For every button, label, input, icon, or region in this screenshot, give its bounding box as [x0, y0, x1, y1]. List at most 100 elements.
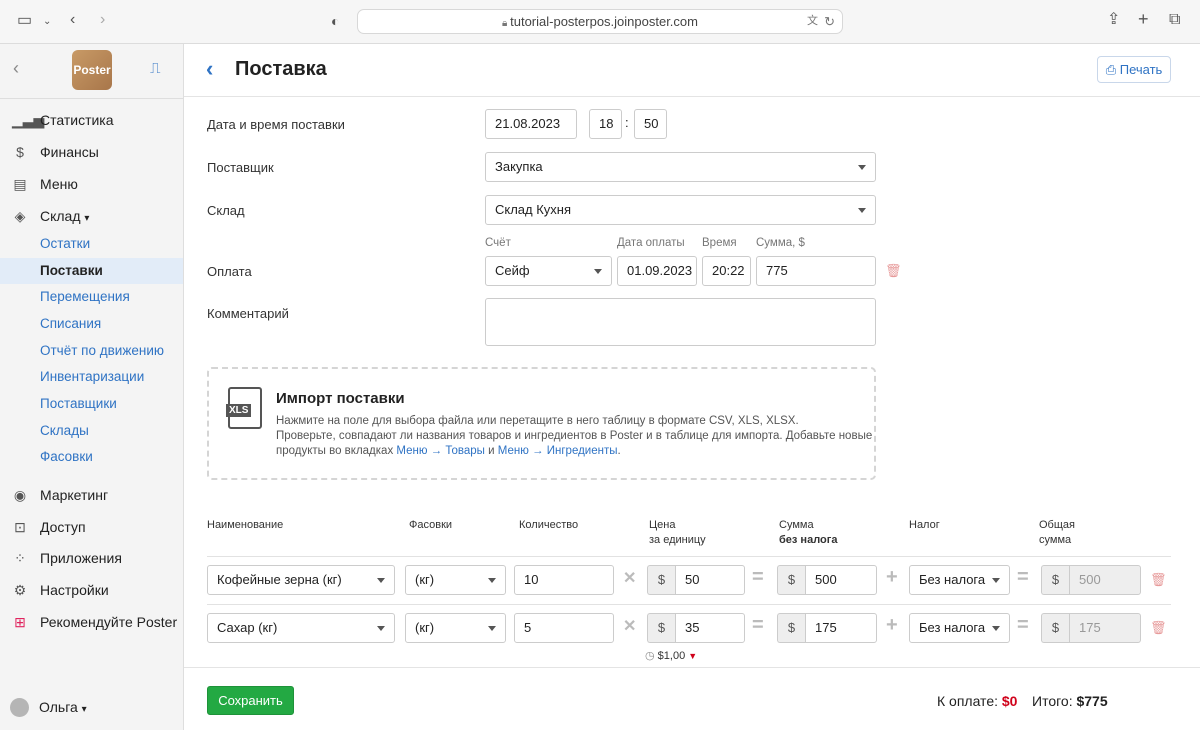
col-pack-header: Фасовки: [409, 519, 453, 531]
menu-products-link[interactable]: Меню → Товары: [396, 445, 485, 457]
back-arrow-icon[interactable]: ‹: [70, 12, 75, 28]
sidebar-subitem-packages[interactable]: Фасовки: [0, 444, 183, 470]
collapse-sidebar-icon[interactable]: ‹: [13, 58, 19, 79]
equals-icon: =: [1017, 614, 1029, 636]
page-title: Поставка: [235, 58, 327, 80]
sidebar-subitem-inventory[interactable]: Инвентаризации: [0, 364, 183, 390]
sidebar-item-settings[interactable]: ⚙ Настройки: [0, 575, 184, 605]
qty-input[interactable]: 5: [514, 613, 614, 643]
import-dropzone[interactable]: XLS Импорт поставки Нажмите на поле для …: [207, 367, 876, 480]
sidebar-item-recommend[interactable]: ⊞ Рекомендуйте Poster: [0, 607, 184, 637]
sidebar-subitem-stock[interactable]: Остатки: [0, 231, 183, 257]
payment-label: Оплата: [207, 264, 252, 279]
shield-icon[interactable]: ◐: [331, 13, 339, 29]
sidebar-item-finance[interactable]: $ Финансы: [0, 137, 184, 167]
terminal-icon[interactable]: ⎍: [150, 60, 161, 77]
gift-icon: ⊞: [14, 614, 26, 630]
avatar: [10, 698, 29, 717]
user-menu[interactable]: Ольга ▾: [0, 692, 183, 722]
total-value: $775: [1076, 693, 1108, 709]
product-select[interactable]: Кофейные зерна (кг): [207, 565, 395, 595]
sum-input[interactable]: 500: [805, 565, 877, 595]
poster-logo[interactable]: Poster: [72, 50, 112, 90]
currency-addon: $: [1041, 613, 1069, 643]
sidebar-subitem-transfers[interactable]: Перемещения: [0, 284, 183, 310]
caret-down-icon: ▾: [81, 704, 87, 715]
lock-icon: ⊡: [14, 519, 26, 535]
sidebar-subitem-supplies[interactable]: Поставки: [0, 258, 183, 284]
supplier-select[interactable]: Закупка: [485, 152, 876, 182]
reload-icon[interactable]: ↻: [824, 10, 835, 33]
currency-addon: $: [777, 613, 805, 643]
tax-select[interactable]: Без налога: [909, 613, 1010, 643]
paytime-input[interactable]: 20:22: [702, 256, 751, 286]
save-button[interactable]: Сохранить: [207, 686, 294, 715]
tabs-overview-icon[interactable]: ⧉: [1169, 12, 1180, 28]
price-input[interactable]: 50: [675, 565, 745, 595]
equals-icon: =: [1017, 566, 1029, 588]
sidebar-subitem-writeoffs[interactable]: Списания: [0, 311, 183, 337]
layers-icon: ◈: [14, 208, 26, 224]
multiply-icon: ✕: [623, 570, 637, 587]
sidebar-item-warehouse[interactable]: ◈ Склад ▾: [0, 201, 184, 231]
comment-textarea[interactable]: [485, 298, 876, 346]
minute-input[interactable]: 50: [634, 109, 667, 139]
print-button[interactable]: ⎙ Печать: [1097, 56, 1171, 83]
comment-label: Комментарий: [207, 306, 289, 321]
sum-input[interactable]: 175: [805, 613, 877, 643]
date-input[interactable]: 21.08.2023: [485, 109, 577, 139]
qty-input[interactable]: 10: [514, 565, 614, 595]
to-pay-summary: К оплате: $0: [937, 693, 1018, 709]
table-divider: [207, 604, 1171, 605]
address-bar[interactable]: 🔒︎ tutorial-posterpos.joinposter.com 文 ↻: [357, 9, 843, 34]
product-select[interactable]: Сахар (кг): [207, 613, 395, 643]
equals-icon: =: [752, 614, 764, 636]
sidebar-toggle-icon[interactable]: ▭: [17, 13, 32, 29]
sidebar-item-marketing[interactable]: ◉ Маркетинг: [0, 480, 184, 510]
share-icon[interactable]: ⇪: [1107, 12, 1120, 28]
new-tab-icon[interactable]: +: [1138, 10, 1149, 28]
time-header: Время: [702, 237, 737, 249]
total-summary: Итого: $775: [1032, 693, 1108, 709]
sidebar-subitem-movement-report[interactable]: Отчёт по движению: [0, 338, 183, 364]
table-divider: [207, 556, 1171, 557]
account-select[interactable]: Сейф: [485, 256, 612, 286]
paydate-header: Дата оплаты: [617, 237, 685, 249]
sidebar-subitem-suppliers[interactable]: Поставщики: [0, 391, 183, 417]
chevron-down-icon[interactable]: ⌄: [43, 14, 51, 30]
translate-icon[interactable]: 文: [807, 10, 818, 33]
page-header: ‹ Поставка ⎙ Печать: [184, 44, 1200, 97]
footer-bar: Сохранить К оплате: $0 Итого: $775: [184, 667, 1200, 730]
pack-select[interactable]: (кг): [405, 613, 506, 643]
back-icon[interactable]: ‹: [206, 56, 213, 82]
date-label: Дата и время поставки: [207, 117, 345, 132]
currency-addon: $: [777, 565, 805, 595]
col-name-header: Наименование: [207, 519, 284, 531]
col-price-header: Цена за единицу: [649, 519, 706, 546]
price-input[interactable]: 35: [675, 613, 745, 643]
delete-row-icon[interactable]: 🗑︎: [1150, 620, 1167, 636]
tax-select[interactable]: Без налога: [909, 565, 1010, 595]
sidebar-item-apps[interactable]: ⁘ Приложения: [0, 543, 184, 573]
pack-select[interactable]: (кг): [405, 565, 506, 595]
menu-ingredients-link[interactable]: Меню → Ингредиенты: [498, 445, 618, 457]
import-text-1: Нажмите на поле для выбора файла или пер…: [276, 415, 799, 427]
plus-icon: +: [886, 566, 898, 588]
payment-sum-input[interactable]: 775: [756, 256, 876, 286]
sidebar: ‹ Poster ⎍ ▁▃▅ Статистика $ Финансы ▤ Меню …: [0, 44, 184, 730]
price-history-hint[interactable]: ◷ $1,00 ▼: [645, 649, 697, 662]
sidebar-item-access[interactable]: ⊡ Доступ: [0, 512, 184, 542]
url-text: tutorial-posterpos.joinposter.com: [510, 14, 698, 29]
warehouse-select[interactable]: Склад Кухня: [485, 195, 876, 225]
forward-arrow-icon[interactable]: ›: [100, 12, 105, 28]
equals-icon: =: [752, 566, 764, 588]
sidebar-item-statistics[interactable]: ▁▃▅ Статистика: [0, 105, 184, 135]
delete-row-icon[interactable]: 🗑︎: [1150, 572, 1167, 588]
sidebar-item-menu[interactable]: ▤ Меню: [0, 169, 184, 199]
clock-icon: ◷: [645, 650, 655, 662]
sidebar-subitem-warehouses[interactable]: Склады: [0, 418, 183, 444]
hour-input[interactable]: 18: [589, 109, 622, 139]
col-tax-header: Налог: [909, 519, 940, 531]
delete-payment-icon[interactable]: 🗑︎: [885, 263, 902, 279]
paydate-input[interactable]: 01.09.2023: [617, 256, 697, 286]
